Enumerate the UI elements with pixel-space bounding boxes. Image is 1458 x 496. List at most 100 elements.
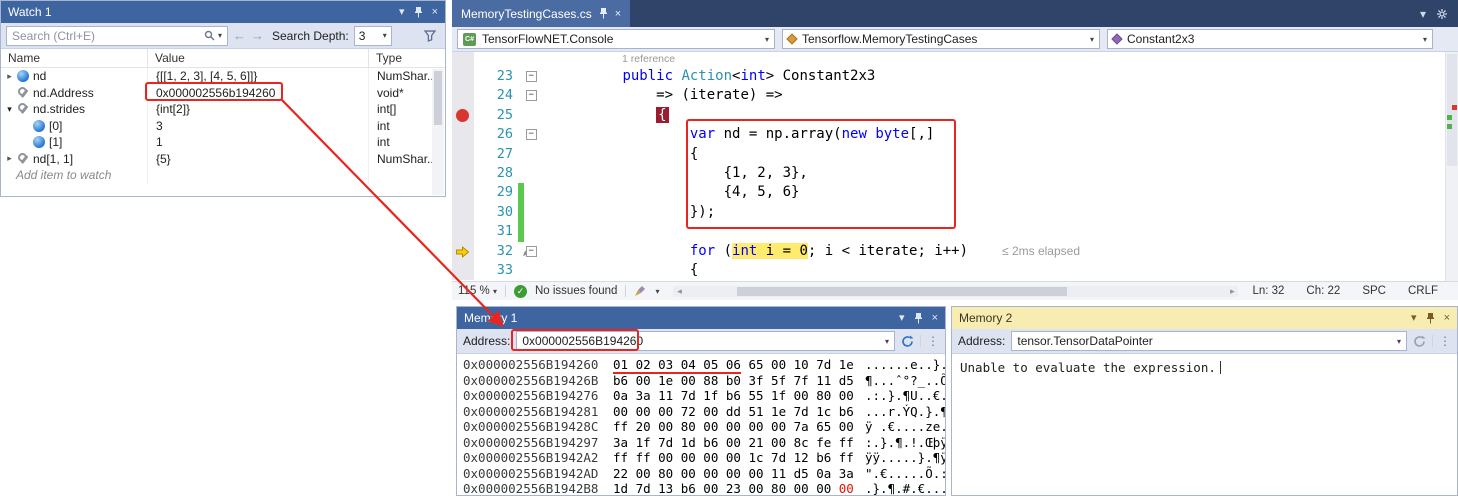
memory2-address-input[interactable]: tensor.TensorDataPointer ▾: [1011, 331, 1407, 351]
code-line[interactable]: 28 {1, 2, 3},: [452, 164, 1458, 183]
search-next-icon[interactable]: →: [251, 28, 264, 43]
watch-row[interactable]: Add item to watch: [1, 167, 445, 184]
window-menu-chevron-icon[interactable]: ▾: [399, 7, 405, 18]
fold-margin[interactable]: [524, 86, 541, 105]
window-menu-chevron-icon[interactable]: ▾: [899, 313, 905, 324]
watch-row[interactable]: nd.Address0x000002556b194260void*: [1, 85, 445, 102]
code-editor[interactable]: 1 reference23 public Action<int> Constan…: [452, 52, 1458, 281]
code-line[interactable]: 26 var nd = np.array(new byte[,]: [452, 125, 1458, 144]
type-dropdown[interactable]: Tensorflow.MemoryTestingCases ▾: [782, 29, 1100, 49]
code-line[interactable]: 25 {: [452, 106, 1458, 125]
search-prev-icon[interactable]: ←: [233, 28, 246, 43]
scrollbar-thumb[interactable]: [1447, 54, 1457, 166]
watch-column-header[interactable]: Value: [148, 49, 369, 67]
breakpoint-margin[interactable]: [452, 164, 474, 183]
breakpoint-margin[interactable]: [452, 125, 474, 144]
pin-icon[interactable]: [1426, 313, 1435, 324]
tab-list-chevron-icon[interactable]: ▾: [1420, 7, 1426, 21]
breakpoint-margin[interactable]: [452, 222, 474, 241]
tab-pin-icon[interactable]: [599, 8, 608, 19]
code-line[interactable]: 23 public Action<int> Constant2x3: [452, 67, 1458, 86]
fold-margin[interactable]: [524, 183, 541, 202]
scrollbar-thumb[interactable]: [434, 71, 442, 125]
fold-margin[interactable]: [524, 125, 541, 144]
close-icon[interactable]: ×: [1444, 313, 1450, 324]
toolbar-overflow-icon[interactable]: ⋮: [1439, 334, 1451, 348]
memory1-address-input[interactable]: 0x000002556B194260 ▾: [516, 331, 895, 351]
breakpoint-margin[interactable]: [452, 145, 474, 164]
close-icon[interactable]: ×: [932, 313, 938, 324]
code-line[interactable]: 29 {4, 5, 6}: [452, 183, 1458, 202]
breakpoint-icon[interactable]: [456, 109, 469, 122]
code-line[interactable]: 33 {: [452, 261, 1458, 280]
fold-margin[interactable]: [524, 164, 541, 183]
expander-icon[interactable]: [3, 71, 16, 82]
watch-row[interactable]: nd{[[1, 2, 3], [4, 5, 6]]}NumShar...: [1, 68, 445, 85]
status-spaces[interactable]: SPC: [1362, 285, 1386, 297]
watch-row[interactable]: [1]1int: [1, 134, 445, 151]
chevron-down-icon[interactable]: ▾: [655, 287, 659, 296]
scrollbar-thumb[interactable]: [737, 287, 1067, 296]
refresh-icon[interactable]: [901, 335, 914, 348]
collapse-region-icon[interactable]: [526, 71, 537, 82]
breakpoint-margin[interactable]: [452, 203, 474, 222]
zoom-select[interactable]: 115 % ▾: [458, 285, 497, 297]
code-line[interactable]: 31: [452, 222, 1458, 241]
codelens-references[interactable]: 1 reference: [541, 52, 1458, 67]
expander-icon[interactable]: [3, 104, 16, 115]
collapse-region-icon[interactable]: [526, 246, 537, 257]
watch-row[interactable]: [0]3int: [1, 118, 445, 135]
search-depth-select[interactable]: 3 ▾: [354, 26, 392, 46]
settings-gear-icon[interactable]: [1436, 8, 1448, 20]
watch-row[interactable]: nd.strides{int[2]}int[]: [1, 101, 445, 118]
code-cleanup-icon[interactable]: [634, 285, 647, 297]
code-line[interactable]: 32 for (int i = 0; i < iterate; i++)≤ 2m…: [452, 242, 1458, 261]
code-line[interactable]: 24 => (iterate) =>: [452, 86, 1458, 105]
watch-scrollbar[interactable]: [432, 69, 444, 195]
pin-icon[interactable]: [914, 313, 923, 324]
collapse-region-icon[interactable]: [526, 90, 537, 101]
pin-icon[interactable]: [414, 7, 423, 18]
fold-margin[interactable]: [524, 261, 541, 280]
search-icon[interactable]: [204, 30, 215, 41]
toolbar-overflow-icon[interactable]: ⋮: [927, 334, 939, 348]
horizontal-scrollbar[interactable]: ◂ ▸: [673, 286, 1238, 297]
status-eol[interactable]: CRLF: [1408, 285, 1438, 297]
fold-margin[interactable]: [524, 222, 541, 241]
scroll-left-icon[interactable]: ◂: [673, 286, 685, 297]
close-icon[interactable]: ×: [432, 7, 438, 18]
code-line[interactable]: 30 });: [452, 203, 1458, 222]
memory2-titlebar[interactable]: Memory 2 ▾ ×: [952, 307, 1457, 329]
refresh-icon[interactable]: [1413, 335, 1426, 348]
breakpoint-margin[interactable]: [452, 106, 474, 125]
scroll-right-icon[interactable]: ▸: [1226, 286, 1238, 297]
filter-icon[interactable]: [424, 30, 436, 42]
search-options-chevron-icon[interactable]: ▾: [218, 31, 222, 40]
breakpoint-margin[interactable]: [452, 242, 474, 261]
issues-status[interactable]: No issues found: [535, 285, 617, 297]
tab-memorytestingcases[interactable]: MemoryTestingCases.cs ×: [452, 0, 630, 27]
fold-margin[interactable]: [524, 145, 541, 164]
watch-titlebar[interactable]: Watch 1 ▾ ×: [1, 1, 445, 23]
memory1-rows[interactable]: 0x000002556B19426001 02 03 04 05 06 65 0…: [457, 354, 945, 496]
search-input[interactable]: Search (Ctrl+E) ▾: [6, 26, 228, 46]
memory2-message-area[interactable]: Unable to evaluate the expression.: [952, 354, 1457, 381]
tab-close-icon[interactable]: ×: [615, 8, 621, 20]
breakpoint-margin[interactable]: [452, 86, 474, 105]
member-dropdown[interactable]: Constant2x3 ▾: [1107, 29, 1433, 49]
project-dropdown[interactable]: C# TensorFlowNET.Console ▾: [457, 29, 775, 49]
fold-margin[interactable]: [524, 203, 541, 222]
watch-column-header[interactable]: Name: [1, 49, 148, 67]
watch-column-header[interactable]: Type: [369, 49, 445, 67]
window-menu-chevron-icon[interactable]: ▾: [1411, 313, 1417, 324]
breakpoint-margin[interactable]: [452, 183, 474, 202]
fold-margin[interactable]: [524, 242, 541, 261]
expander-icon[interactable]: [3, 153, 16, 164]
fold-margin[interactable]: [524, 106, 541, 125]
fold-margin[interactable]: [524, 67, 541, 86]
code-line[interactable]: 27 {: [452, 145, 1458, 164]
watch-row[interactable]: nd[1, 1]{5}NumShar...: [1, 151, 445, 168]
memory1-titlebar[interactable]: Memory 1 ▾ ×: [457, 307, 945, 329]
breakpoint-margin[interactable]: [452, 261, 474, 280]
collapse-region-icon[interactable]: [526, 129, 537, 140]
